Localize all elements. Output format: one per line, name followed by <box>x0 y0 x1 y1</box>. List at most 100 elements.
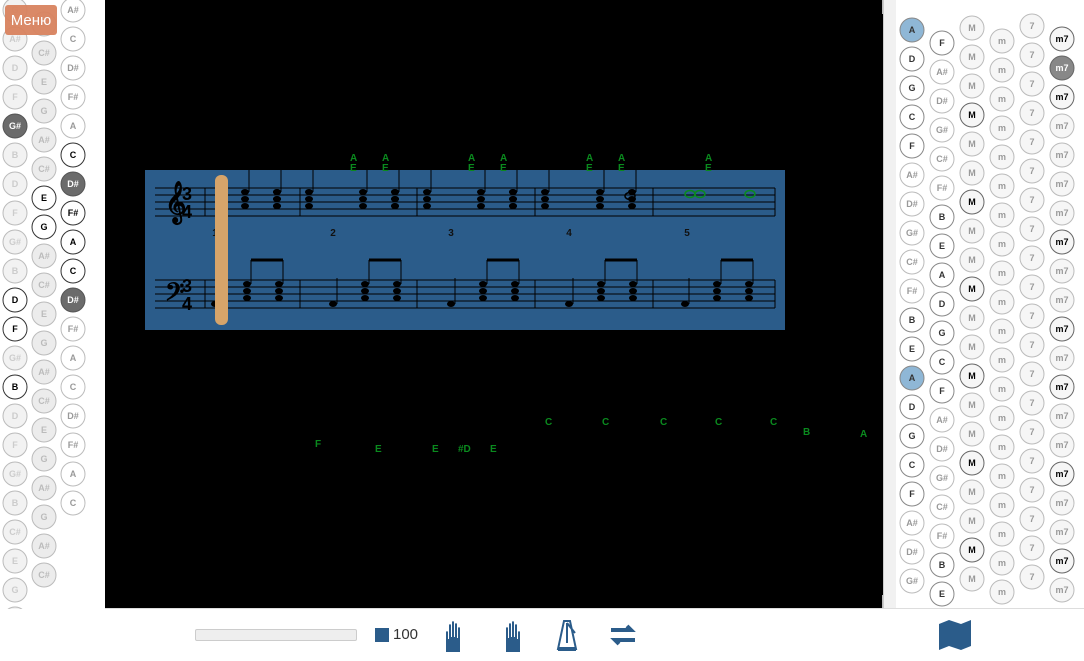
accordion-button[interactable]: m <box>990 87 1014 111</box>
accordion-button[interactable]: F# <box>930 524 954 548</box>
accordion-button[interactable]: E <box>3 549 27 573</box>
accordion-button[interactable]: 7 <box>1020 159 1044 183</box>
accordion-button[interactable]: m7 <box>1050 578 1074 602</box>
accordion-button[interactable]: m7 <box>1050 462 1074 486</box>
accordion-button[interactable]: G <box>900 424 924 448</box>
accordion-button[interactable]: D# <box>61 56 85 80</box>
accordion-button[interactable]: A# <box>930 60 954 84</box>
accordion-button[interactable]: m7 <box>1050 172 1074 196</box>
accordion-button[interactable]: m <box>990 580 1014 604</box>
accordion-button[interactable]: m7 <box>1050 85 1074 109</box>
accordion-button[interactable]: F <box>930 31 954 55</box>
accordion-button[interactable]: M <box>960 480 984 504</box>
accordion-button[interactable]: F# <box>61 433 85 457</box>
accordion-button[interactable]: m7 <box>1050 201 1074 225</box>
accordion-button[interactable]: B <box>930 205 954 229</box>
accordion-button[interactable]: A# <box>32 534 56 558</box>
accordion-button[interactable]: M <box>960 335 984 359</box>
accordion-button[interactable]: E <box>900 337 924 361</box>
accordion-button[interactable]: m7 <box>1050 520 1074 544</box>
accordion-button[interactable]: 7 <box>1020 536 1044 560</box>
accordion-button[interactable]: C <box>61 143 85 167</box>
accordion-button[interactable]: A <box>61 230 85 254</box>
progress-bar[interactable] <box>195 629 357 641</box>
accordion-button[interactable]: A <box>900 366 924 390</box>
accordion-button[interactable]: C# <box>32 273 56 297</box>
accordion-button[interactable]: M <box>960 103 984 127</box>
accordion-button[interactable]: A# <box>32 476 56 500</box>
accordion-button[interactable]: m7 <box>1050 114 1074 138</box>
accordion-button[interactable]: C# <box>32 389 56 413</box>
accordion-button[interactable]: D <box>930 292 954 316</box>
accordion-button[interactable]: E <box>32 186 56 210</box>
accordion-button[interactable]: G <box>32 331 56 355</box>
accordion-button[interactable]: A <box>61 462 85 486</box>
accordion-button[interactable]: C# <box>900 250 924 274</box>
accordion-button[interactable]: F <box>900 134 924 158</box>
accordion-button[interactable]: G# <box>900 221 924 245</box>
accordion-button[interactable]: C# <box>32 157 56 181</box>
accordion-button[interactable]: D <box>3 404 27 428</box>
accordion-button[interactable]: m <box>990 145 1014 169</box>
loop-toggle[interactable] <box>604 616 642 654</box>
accordion-button[interactable]: E <box>930 234 954 258</box>
accordion-button[interactable]: E <box>32 70 56 94</box>
accordion-button[interactable]: M <box>960 277 984 301</box>
accordion-button[interactable]: M <box>960 451 984 475</box>
accordion-button[interactable]: 7 <box>1020 478 1044 502</box>
accordion-button[interactable]: D# <box>930 437 954 461</box>
accordion-button[interactable]: C <box>61 375 85 399</box>
accordion-button[interactable]: D# <box>61 404 85 428</box>
accordion-button[interactable]: 7 <box>1020 304 1044 328</box>
accordion-button[interactable]: F# <box>900 279 924 303</box>
accordion-button[interactable]: M <box>960 16 984 40</box>
accordion-button[interactable]: m <box>990 522 1014 546</box>
accordion-button[interactable]: m7 <box>1050 317 1074 341</box>
accordion-button[interactable]: F <box>3 201 27 225</box>
accordion-button[interactable]: 7 <box>1020 101 1044 125</box>
accordion-button[interactable]: C <box>61 259 85 283</box>
accordion-button[interactable]: m7 <box>1050 433 1074 457</box>
accordion-button[interactable]: 7 <box>1020 130 1044 154</box>
accordion-button[interactable]: D <box>3 288 27 312</box>
accordion-button[interactable]: 7 <box>1020 43 1044 67</box>
playhead-cursor[interactable] <box>215 175 228 325</box>
accordion-button[interactable]: C <box>900 453 924 477</box>
menu-button[interactable]: Меню <box>5 5 57 35</box>
accordion-button[interactable]: 7 <box>1020 275 1044 299</box>
accordion-button[interactable]: M <box>960 190 984 214</box>
accordion-button[interactable]: C# <box>930 495 954 519</box>
accordion-button[interactable]: m7 <box>1050 288 1074 312</box>
accordion-button[interactable]: 7 <box>1020 14 1044 38</box>
accordion-button[interactable]: D <box>900 395 924 419</box>
accordion-button[interactable]: F <box>3 433 27 457</box>
accordion-button[interactable]: m7 <box>1050 491 1074 515</box>
accordion-button[interactable]: m <box>990 203 1014 227</box>
accordion-button[interactable]: A# <box>61 0 85 22</box>
accordion-button[interactable]: m <box>990 377 1014 401</box>
accordion-button[interactable]: G# <box>3 607 27 609</box>
accordion-button[interactable]: 7 <box>1020 188 1044 212</box>
accordion-button[interactable]: M <box>960 132 984 156</box>
accordion-button[interactable]: 7 <box>1020 507 1044 531</box>
accordion-button[interactable]: 7 <box>1020 362 1044 386</box>
accordion-button[interactable]: D# <box>930 89 954 113</box>
accordion-button[interactable]: D# <box>900 192 924 216</box>
accordion-button[interactable]: 7 <box>1020 217 1044 241</box>
accordion-button[interactable]: A <box>61 346 85 370</box>
accordion-button[interactable]: G <box>32 215 56 239</box>
accordion-button[interactable]: 7 <box>1020 391 1044 415</box>
accordion-button[interactable]: A# <box>900 163 924 187</box>
accordion-button[interactable]: B <box>3 143 27 167</box>
accordion-button[interactable]: D# <box>900 540 924 564</box>
accordion-button[interactable]: A# <box>900 511 924 535</box>
accordion-button[interactable]: m <box>990 29 1014 53</box>
accordion-button[interactable]: m7 <box>1050 56 1074 80</box>
accordion-button[interactable]: m <box>990 551 1014 575</box>
accordion-button[interactable]: M <box>960 45 984 69</box>
accordion-button[interactable]: C <box>900 105 924 129</box>
accordion-button[interactable]: M <box>960 161 984 185</box>
accordion-button[interactable]: D# <box>61 288 85 312</box>
accordion-button[interactable]: G# <box>3 462 27 486</box>
accordion-button[interactable]: C <box>61 27 85 51</box>
